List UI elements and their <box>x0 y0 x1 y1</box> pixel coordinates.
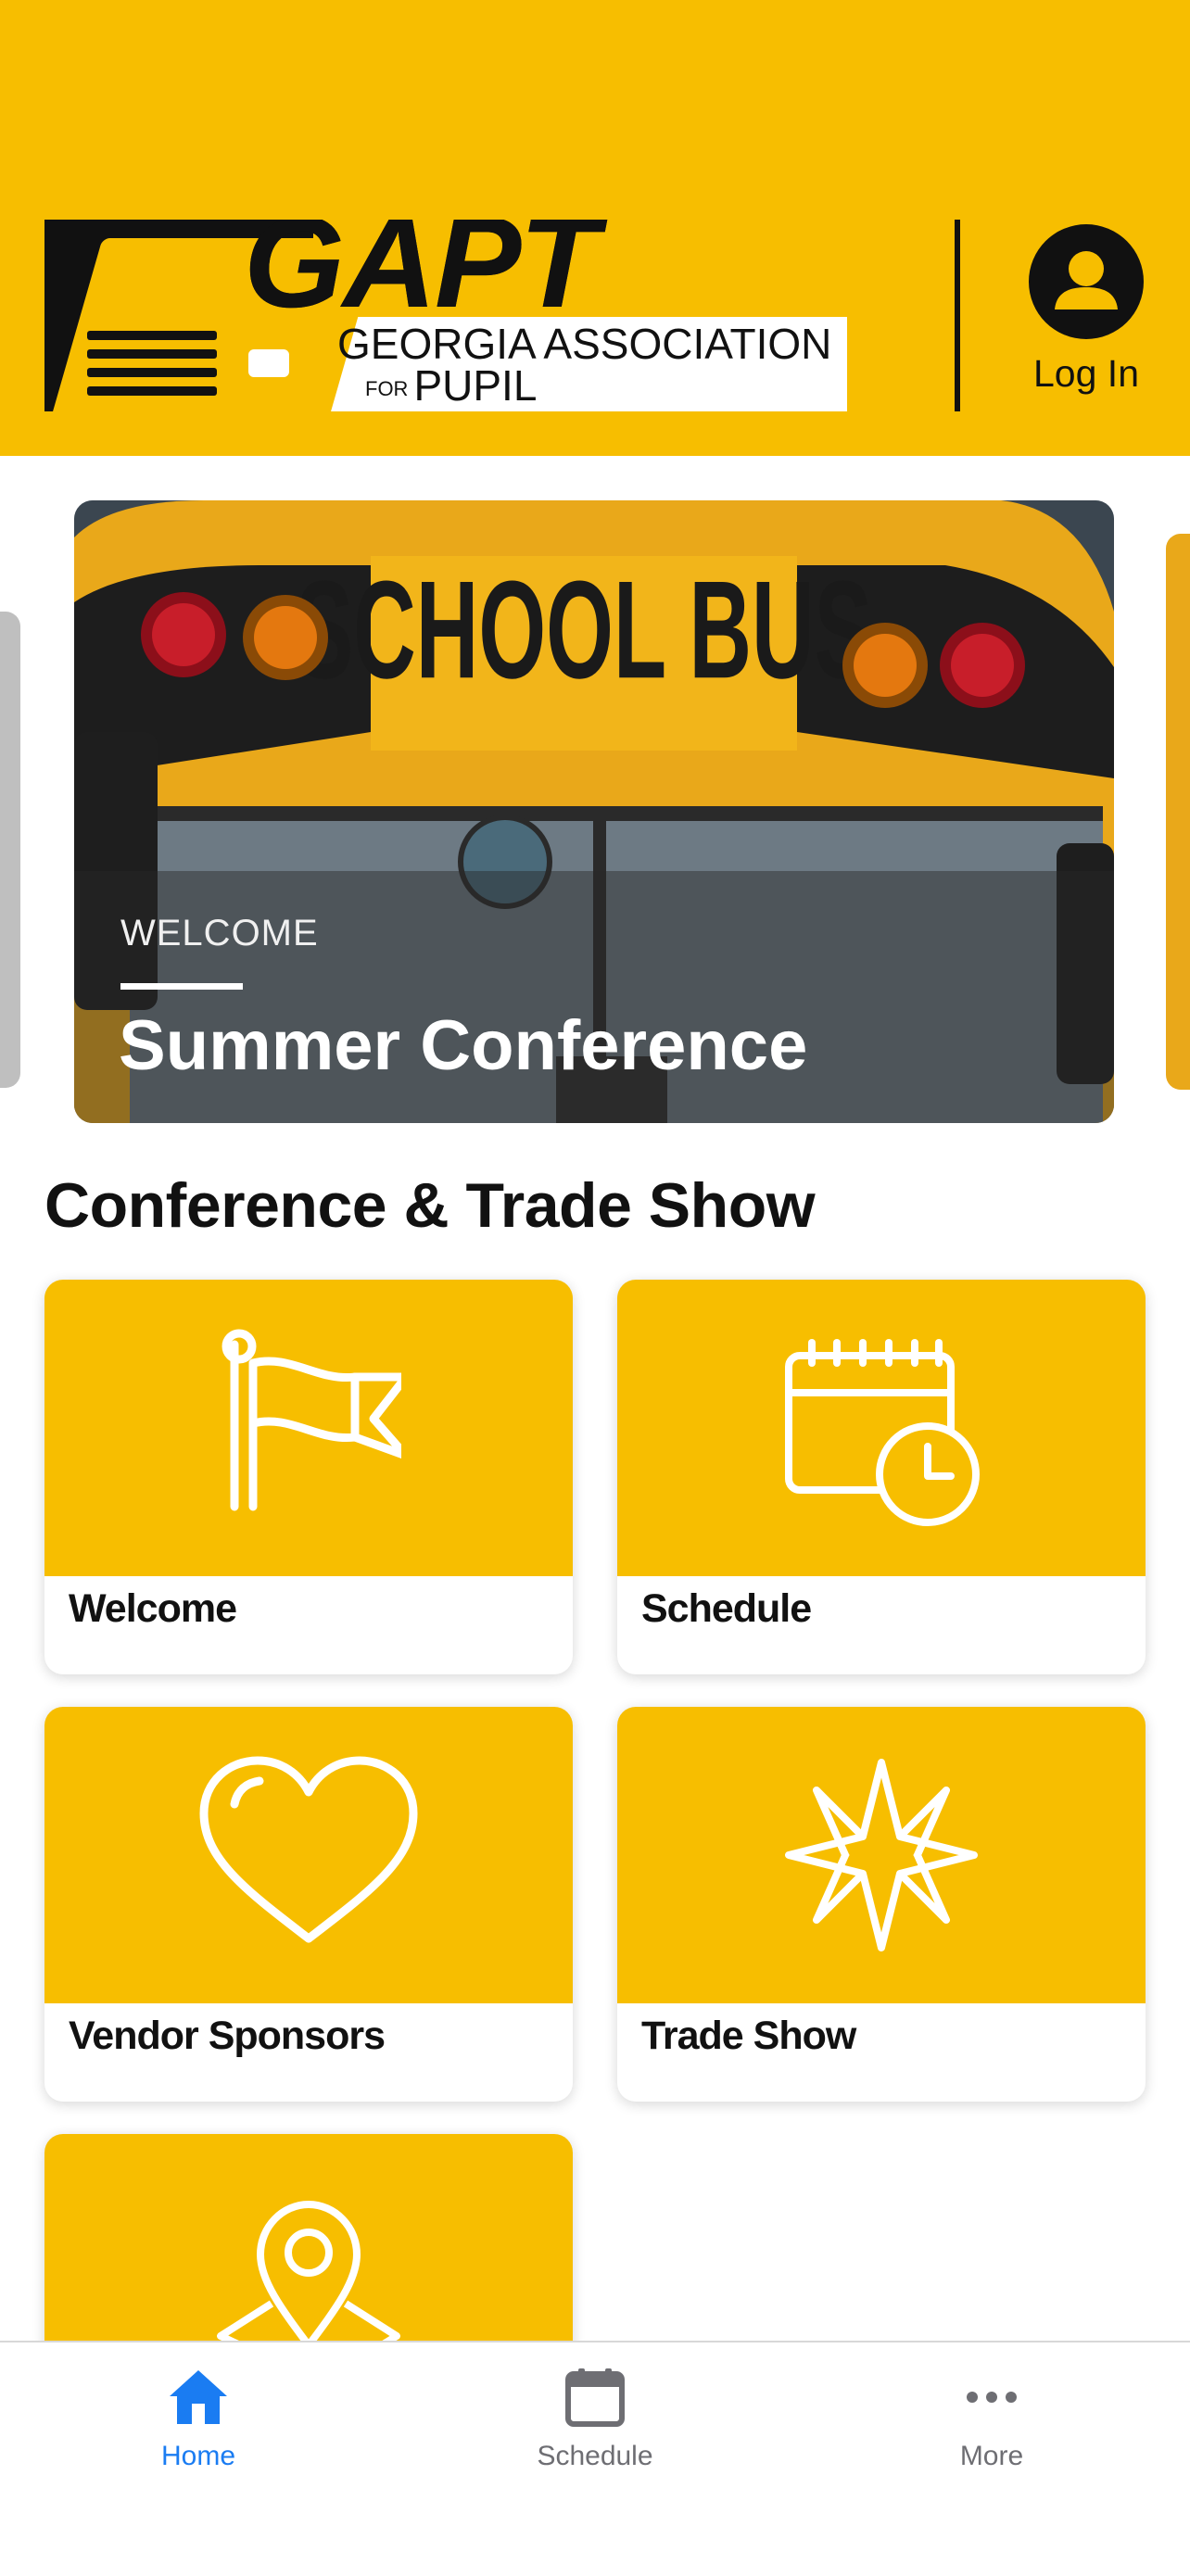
slide-underline <box>120 983 243 990</box>
carousel-next-slide[interactable] <box>1166 534 1190 1090</box>
flag-icon <box>222 1329 401 1511</box>
header-divider <box>955 220 960 411</box>
tab-schedule[interactable]: Schedule <box>397 2342 793 2528</box>
tile-vendor-sponsors[interactable]: Vendor Sponsors <box>44 1707 573 2102</box>
calendar-clock-icon <box>785 1339 980 1526</box>
logo-line-2-small: FOR <box>365 376 409 400</box>
gapt-logo: GAPT GEORGIA ASSOCIATION FORPUPIL TRANSP… <box>44 220 847 411</box>
tile-welcome[interactable]: Welcome <box>44 1280 573 1674</box>
home-icon <box>170 2370 227 2424</box>
user-icon <box>1029 224 1144 339</box>
logo-line-2-text: PUPIL TRANSPORTATION <box>365 361 752 411</box>
tile-label: Welcome <box>69 1586 237 1631</box>
tab-more[interactable]: More <box>793 2342 1190 2528</box>
tile-label: Schedule <box>641 1586 812 1631</box>
carousel-slide[interactable]: SCHOOL BUS WELCOME Summer Conference <box>74 500 1114 1123</box>
heart-icon <box>199 1756 418 1943</box>
star-icon <box>785 1759 978 1951</box>
tile-label: Trade Show <box>641 2014 856 2058</box>
more-icon <box>967 2392 1017 2403</box>
login-label: Log In <box>1033 352 1139 395</box>
bus-sign-text: SCHOOL BUS <box>296 553 872 708</box>
tile-label: Vendor Sponsors <box>69 2014 386 2058</box>
slide-kicker: WELCOME <box>120 913 319 953</box>
logo-acronym: GAPT <box>244 220 599 335</box>
calendar-icon <box>565 2368 625 2427</box>
logo-line-2: FORPUPIL TRANSPORTATION <box>365 363 847 411</box>
hero-carousel[interactable]: SCHOOL BUS WELCOME Summer Conference <box>0 500 1190 1123</box>
logo-line-1: GEORGIA ASSOCIATION <box>337 320 832 368</box>
tab-label: Schedule <box>537 2441 653 2471</box>
bottom-tab-bar: Home Schedule More <box>0 2341 1190 2576</box>
tile-schedule[interactable]: Schedule <box>617 1280 1146 1674</box>
tab-label: More <box>959 2441 1024 2471</box>
section-title: Conference & Trade Show <box>44 1170 816 1241</box>
carousel-prev-slide[interactable] <box>0 612 20 1088</box>
slide-title: Summer Conference <box>119 1006 808 1085</box>
tile-trade-show[interactable]: Trade Show <box>617 1707 1146 2102</box>
tab-home[interactable]: Home <box>0 2342 397 2528</box>
app-header: GAPT GEORGIA ASSOCIATION FORPUPIL TRANSP… <box>0 0 1190 456</box>
tab-label: Home <box>160 2441 236 2471</box>
login-button[interactable]: Log In <box>1010 224 1162 410</box>
